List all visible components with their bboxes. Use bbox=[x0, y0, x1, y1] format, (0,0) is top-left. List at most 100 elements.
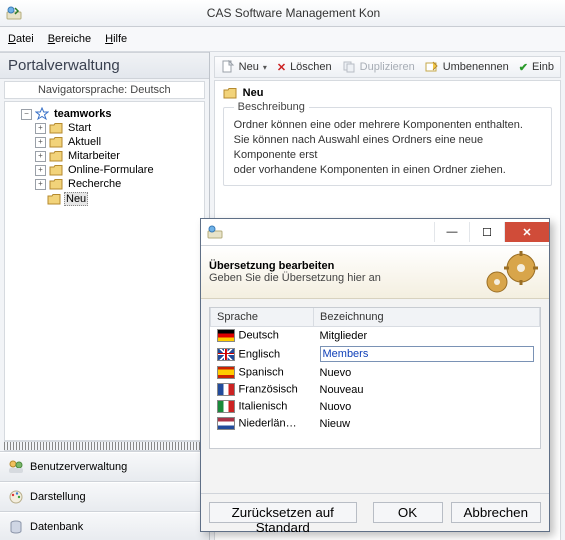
tree-item[interactable]: Neu bbox=[35, 192, 202, 206]
minimize-button[interactable]: — bbox=[434, 222, 469, 242]
cancel-button[interactable]: Abbrechen bbox=[451, 502, 541, 523]
expand-icon[interactable]: + bbox=[35, 165, 46, 176]
ok-button[interactable]: OK bbox=[373, 502, 443, 523]
tree-item-label: Online-Formulare bbox=[66, 164, 156, 176]
tree-item-label: Aktuell bbox=[66, 136, 103, 148]
delete-button[interactable]: ✕ Löschen bbox=[277, 61, 332, 74]
expand-icon[interactable]: + bbox=[35, 137, 46, 148]
tree-root[interactable]: − teamworks bbox=[21, 107, 202, 121]
splitter[interactable] bbox=[4, 441, 205, 451]
maximize-button[interactable]: ☐ bbox=[469, 222, 504, 242]
collapse-icon[interactable]: − bbox=[21, 109, 32, 120]
rename-label: Umbenennen bbox=[443, 61, 509, 73]
tree-item-label: Start bbox=[66, 122, 93, 134]
flag-icon bbox=[217, 329, 235, 342]
value-cell[interactable]: Nieuw bbox=[314, 415, 540, 432]
sidebar-accordion: Benutzerverwaltung Darstellung Datenbank bbox=[0, 451, 209, 540]
flag-icon bbox=[217, 417, 235, 430]
folder-icon bbox=[223, 87, 237, 99]
close-button[interactable]: ✕ bbox=[504, 222, 549, 242]
folder-icon bbox=[47, 193, 61, 205]
embed-button[interactable]: ✔ Einb bbox=[519, 61, 554, 74]
new-button[interactable]: Neu ▾ bbox=[221, 60, 267, 74]
lang-cell[interactable]: Französisch bbox=[211, 381, 314, 398]
duplicate-icon bbox=[342, 60, 356, 74]
lang-cell[interactable]: Niederlän… bbox=[211, 415, 314, 432]
translation-input[interactable] bbox=[320, 346, 534, 362]
delete-label: Löschen bbox=[290, 61, 332, 73]
new-label: Neu bbox=[239, 61, 259, 73]
accordion-users-label: Benutzerverwaltung bbox=[30, 461, 127, 473]
menu-file[interactable]: Datei bbox=[8, 33, 34, 45]
sidebar: Portalverwaltung Navigatorsprache: Deuts… bbox=[0, 52, 210, 540]
new-icon bbox=[221, 60, 235, 74]
translation-value: Nuovo bbox=[320, 401, 352, 413]
accordion-users[interactable]: Benutzerverwaltung bbox=[0, 452, 209, 482]
lang-cell[interactable]: Italienisch bbox=[211, 398, 314, 415]
app-title: CAS Software Management Kon bbox=[28, 6, 559, 20]
dialog-titlebar[interactable]: — ☐ ✕ bbox=[201, 219, 549, 246]
duplicate-button[interactable]: Duplizieren bbox=[342, 60, 415, 74]
tree-item[interactable]: + Mitarbeiter bbox=[35, 150, 202, 162]
reset-button[interactable]: Zurücksetzen auf Standard bbox=[209, 502, 357, 523]
accordion-database[interactable]: Datenbank bbox=[0, 512, 209, 540]
lang-cell[interactable]: Spanisch bbox=[211, 364, 314, 381]
description-line3: oder vorhandene Komponenten in einen Ord… bbox=[234, 163, 541, 178]
folder-icon bbox=[49, 136, 63, 148]
tree-item[interactable]: + Online-Formulare bbox=[35, 164, 202, 176]
navigator-language[interactable]: Navigatorsprache: Deutsch bbox=[4, 81, 205, 99]
value-cell[interactable]: Nuovo bbox=[314, 398, 540, 415]
accordion-appearance[interactable]: Darstellung bbox=[0, 482, 209, 512]
check-icon: ✔ bbox=[519, 61, 528, 74]
rename-icon bbox=[425, 60, 439, 74]
app-titlebar: CAS Software Management Kon bbox=[0, 0, 565, 27]
translation-value: Nouveau bbox=[320, 384, 364, 396]
toolbar: Neu ▾ ✕ Löschen Duplizieren Umbenennen ✔… bbox=[214, 56, 561, 78]
description-fieldset: Beschreibung Ordner können eine oder meh… bbox=[223, 107, 552, 186]
accordion-appearance-label: Darstellung bbox=[30, 491, 86, 503]
menu-areas[interactable]: Bereiche bbox=[48, 33, 91, 45]
translation-value: Nuevo bbox=[320, 367, 352, 379]
dialog-header: Übersetzung bearbeiten Geben Sie die Übe… bbox=[201, 246, 549, 299]
chevron-down-icon: ▾ bbox=[263, 63, 267, 72]
folder-icon bbox=[49, 164, 63, 176]
menu-help[interactable]: Hilfe bbox=[105, 33, 127, 45]
tree-root-label: teamworks bbox=[52, 108, 113, 120]
tree-item-label: Neu bbox=[64, 192, 88, 206]
expand-icon[interactable]: + bbox=[35, 179, 46, 190]
embed-label: Einb bbox=[532, 61, 554, 73]
flag-icon bbox=[217, 348, 235, 361]
dialog-title: Übersetzung bearbeiten bbox=[209, 260, 381, 272]
expand-icon[interactable]: + bbox=[35, 151, 46, 162]
palette-icon bbox=[8, 489, 24, 505]
value-cell[interactable]: Mitglieder bbox=[314, 327, 540, 345]
value-cell[interactable]: Nuevo bbox=[314, 364, 540, 381]
lang-cell[interactable]: Deutsch bbox=[211, 327, 314, 345]
tree-item[interactable]: +Recherche bbox=[35, 178, 202, 190]
rename-button[interactable]: Umbenennen bbox=[425, 60, 509, 74]
translation-grid[interactable]: Sprache Bezeichnung DeutschMitgliederEng… bbox=[209, 307, 541, 449]
lang-cell[interactable]: Englisch bbox=[211, 344, 314, 364]
description-legend: Beschreibung bbox=[234, 101, 309, 113]
menu-file-label: atei bbox=[16, 33, 34, 45]
flag-icon bbox=[217, 400, 235, 413]
users-icon bbox=[8, 459, 24, 475]
value-cell[interactable] bbox=[314, 344, 540, 364]
col-language[interactable]: Sprache bbox=[211, 308, 314, 327]
tree-item-label: Mitarbeiter bbox=[66, 150, 122, 162]
delete-icon: ✕ bbox=[277, 61, 286, 74]
tree-item[interactable]: + Aktuell bbox=[35, 136, 202, 148]
menubar: Datei Bereiche Hilfe bbox=[0, 27, 565, 52]
description-line2: Sie können nach Auswahl eines Ordners ei… bbox=[234, 133, 541, 163]
expand-icon[interactable] bbox=[35, 195, 44, 204]
dialog-footer: Zurücksetzen auf Standard OK Abbrechen bbox=[201, 493, 549, 531]
navigator-tree[interactable]: − teamworks + Start + Aktuell + Mitarbeiter + O… bbox=[4, 101, 205, 441]
star-icon bbox=[35, 107, 49, 121]
value-cell[interactable]: Nouveau bbox=[314, 381, 540, 398]
expand-icon[interactable]: + bbox=[35, 123, 46, 134]
folder-icon bbox=[49, 122, 63, 134]
database-icon bbox=[8, 519, 24, 535]
col-value[interactable]: Bezeichnung bbox=[314, 308, 540, 327]
tree-item[interactable]: + Start bbox=[35, 122, 202, 134]
detail-title: Neu bbox=[243, 87, 264, 99]
